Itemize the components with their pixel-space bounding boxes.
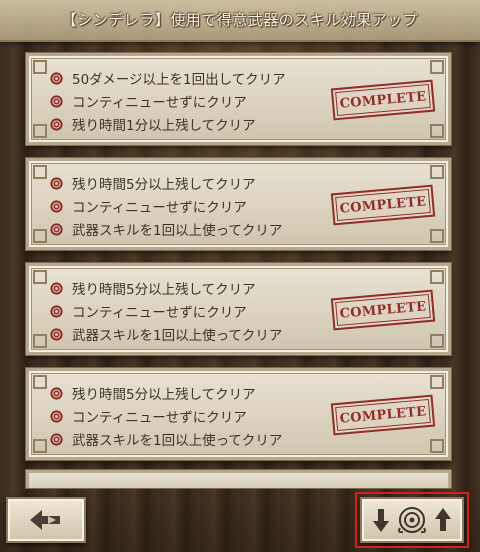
mission-condition-text: コンティニューせずにクリア <box>72 410 247 426</box>
back-arrow-icon <box>30 510 60 530</box>
mission-panel: 残り時間5分以上残してクリア コンティニューせずにクリア 武器スキルを1回以上使… <box>25 262 452 356</box>
mission-condition: 残り時間5分以上残してクリア <box>49 382 256 404</box>
rose-icon <box>50 281 63 295</box>
panel-corner <box>33 439 47 453</box>
mission-condition-text: 残り時間5分以上残してクリア <box>72 387 256 403</box>
mission-condition-text: 残り時間1分以上残してクリア <box>72 118 256 134</box>
rose-icon <box>50 432 63 446</box>
panel-corner <box>430 375 444 389</box>
panel-corner <box>33 375 47 389</box>
mission-panel-partial <box>25 469 452 489</box>
panel-corner <box>430 124 444 138</box>
page-title: 【シンデレラ】使用で得意武器のスキル効果アップ <box>61 11 419 29</box>
rose-icon <box>50 117 63 131</box>
mission-condition: 残り時間5分以上残してクリア <box>49 172 256 194</box>
mission-condition-text: コンティニューせずにクリア <box>72 200 247 216</box>
rose-emblem-icon <box>398 507 426 534</box>
panel-corner <box>33 229 47 243</box>
arrow-down-icon <box>373 509 389 532</box>
complete-stamp: COMPLETE <box>330 289 436 331</box>
mission-condition: コンティニューせずにクリア <box>49 195 247 217</box>
rose-icon <box>50 327 63 341</box>
arrow-up-icon <box>435 508 451 531</box>
mission-screen: 【シンデレラ】使用で得意武器のスキル効果アップ 50ダメージ以上を1回出してクリ… <box>0 0 480 552</box>
panel-corner <box>33 165 47 179</box>
mission-condition: 残り時間5分以上残してクリア <box>49 277 256 299</box>
mission-panel: 残り時間5分以上残してクリア コンティニューせずにクリア 武器スキルを1回以上使… <box>25 367 452 461</box>
mission-condition: コンティニューせずにクリア <box>49 300 247 322</box>
mission-condition: 武器スキルを1回以上使ってクリア <box>49 218 282 240</box>
sort-button[interactable] <box>355 492 469 548</box>
complete-stamp: COMPLETE <box>330 184 436 226</box>
panel-corner <box>33 124 47 138</box>
title-banner: 【シンデレラ】使用で得意武器のスキル効果アップ <box>0 0 480 42</box>
mission-condition-text: 武器スキルを1回以上使ってクリア <box>72 328 283 344</box>
complete-stamp-text: COMPLETE <box>339 403 427 427</box>
complete-stamp-text: COMPLETE <box>339 298 427 322</box>
mission-condition-text: コンティニューせずにクリア <box>72 95 247 111</box>
panel-corner <box>33 270 47 284</box>
mission-condition: コンティニューせずにクリア <box>49 405 247 427</box>
back-button[interactable] <box>6 497 86 543</box>
mission-condition-text: コンティニューせずにクリア <box>72 305 247 321</box>
mission-condition: 残り時間1分以上残してクリア <box>49 113 256 135</box>
mission-condition-text: 武器スキルを1回以上使ってクリア <box>72 223 283 239</box>
complete-stamp-text: COMPLETE <box>339 88 427 112</box>
mission-condition-text: 50ダメージ以上を1回出してクリア <box>72 72 286 88</box>
mission-condition: 武器スキルを1回以上使ってクリア <box>49 428 282 450</box>
panel-corner <box>430 229 444 243</box>
panel-corner <box>430 165 444 179</box>
panel-corner <box>430 334 444 348</box>
mission-condition-text: 残り時間5分以上残してクリア <box>72 282 256 298</box>
rose-icon <box>50 304 63 318</box>
mission-condition: 50ダメージ以上を1回出してクリア <box>49 67 286 89</box>
complete-stamp: COMPLETE <box>330 79 436 121</box>
mission-condition: コンティニューせずにクリア <box>49 90 247 112</box>
rose-icon <box>50 94 63 108</box>
panel-corner <box>33 334 47 348</box>
mission-condition: 武器スキルを1回以上使ってクリア <box>49 323 282 345</box>
panel-corner <box>430 60 444 74</box>
rose-icon <box>50 199 63 213</box>
complete-stamp-text: COMPLETE <box>339 193 427 217</box>
rose-icon <box>50 222 63 236</box>
mission-panel: 残り時間5分以上残してクリア コンティニューせずにクリア 武器スキルを1回以上使… <box>25 157 452 251</box>
mission-condition-text: 残り時間5分以上残してクリア <box>72 177 256 193</box>
rose-icon <box>50 71 63 85</box>
panel-corner <box>430 270 444 284</box>
panel-corner <box>430 439 444 453</box>
rose-icon <box>50 409 63 423</box>
mission-condition-text: 武器スキルを1回以上使ってクリア <box>72 433 283 449</box>
rose-icon <box>50 386 63 400</box>
panel-corner <box>33 60 47 74</box>
rose-icon <box>50 176 63 190</box>
mission-panel: 50ダメージ以上を1回出してクリア コンティニューせずにクリア 残り時間1分以上… <box>25 52 452 146</box>
complete-stamp: COMPLETE <box>330 394 436 436</box>
